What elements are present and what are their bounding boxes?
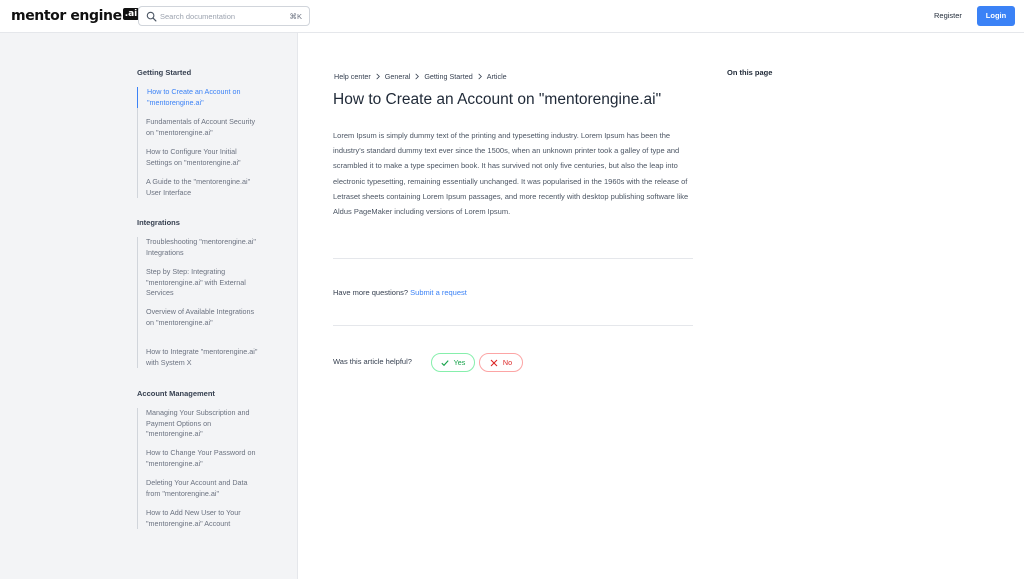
close-icon <box>490 359 498 366</box>
search-icon <box>146 11 157 22</box>
register-link[interactable]: Register <box>934 11 962 21</box>
check-icon <box>441 359 449 366</box>
sidebar-item-subscription[interactable]: Managing Your Subscription and Payment O… <box>138 408 262 439</box>
sidebar-item-available-integrations[interactable]: Overview of Available Integrations on "m… <box>138 307 262 338</box>
logo-text: mentor engine <box>11 8 122 24</box>
chevron-right-icon <box>473 72 487 82</box>
sidebar-item-system-x[interactable]: How to Integrate "mentorengine.ai" with … <box>138 347 262 368</box>
sidebar-item-create-account[interactable]: How to Create an Account on "mentorengin… <box>137 87 262 108</box>
top-header: mentor engine .ai Search documentation ⌘K… <box>0 0 1024 33</box>
logo[interactable]: mentor engine .ai <box>11 7 140 25</box>
logo-badge: .ai <box>122 8 140 20</box>
toc-title: On this page <box>727 68 773 77</box>
helpful-no-button[interactable]: No <box>479 353 523 372</box>
breadcrumb-getting-started[interactable]: Getting Started <box>424 72 472 82</box>
breadcrumb: Help center General Getting Started Arti… <box>334 72 507 82</box>
article-body: Lorem Ipsum is simply dummy text of the … <box>333 131 689 217</box>
sidebar-item-initial-settings[interactable]: How to Configure Your Initial Settings o… <box>138 147 262 168</box>
sidebar-group-getting-started: How to Create an Account on "mentorengin… <box>137 87 262 198</box>
helpful-no-label: No <box>502 358 513 367</box>
sidebar-item-delete-account[interactable]: Deleting Your Account and Data from "men… <box>138 478 262 499</box>
breadcrumb-help-center[interactable]: Help center <box>334 72 371 82</box>
search-input[interactable]: Search documentation ⌘K <box>138 6 310 26</box>
page-title: How to Create an Account on "mentorengin… <box>333 91 662 108</box>
helpful-yes-label: Yes <box>453 358 466 367</box>
sidebar-item-troubleshooting[interactable]: Troubleshooting "mentorengine.ai" Integr… <box>138 237 262 258</box>
sidebar-section-account-management: Account Management <box>137 389 215 398</box>
submit-request-link[interactable]: Submit a request <box>410 288 467 297</box>
search-placeholder: Search documentation <box>160 12 236 21</box>
more-questions: Have more questions? Submit a request <box>333 288 467 298</box>
sidebar: Getting Started How to Create an Account… <box>0 33 298 579</box>
sidebar-group-account-management: Managing Your Subscription and Payment O… <box>137 408 262 529</box>
sidebar-item-change-password[interactable]: How to Change Your Password on "mentoren… <box>138 448 262 469</box>
chevron-right-icon <box>371 72 385 82</box>
sidebar-item-user-interface[interactable]: A Guide to the "mentorengine.ai" User In… <box>138 177 262 198</box>
helpful-prompt: Was this article helpful? <box>333 357 412 366</box>
divider <box>333 258 693 259</box>
sidebar-item-account-security[interactable]: Fundamentals of Account Security on "men… <box>138 117 262 138</box>
sidebar-section-getting-started: Getting Started <box>137 68 192 77</box>
chevron-right-icon <box>410 72 424 82</box>
breadcrumb-article: Article <box>486 72 507 81</box>
sidebar-section-integrations: Integrations <box>137 218 180 227</box>
search-shortcut: ⌘K <box>289 12 302 21</box>
breadcrumb-general[interactable]: General <box>385 72 411 82</box>
sidebar-item-add-user[interactable]: How to Add New User to Your "mentorengin… <box>138 508 262 529</box>
more-questions-text: Have more questions? <box>333 288 409 297</box>
sidebar-item-external-services[interactable]: Step by Step: Integrating "mentorengine.… <box>138 267 262 298</box>
helpful-yes-button[interactable]: Yes <box>431 353 475 372</box>
divider <box>333 325 693 326</box>
sidebar-group-integrations: Troubleshooting "mentorengine.ai" Integr… <box>137 237 262 368</box>
login-button[interactable]: Login <box>977 6 1015 26</box>
